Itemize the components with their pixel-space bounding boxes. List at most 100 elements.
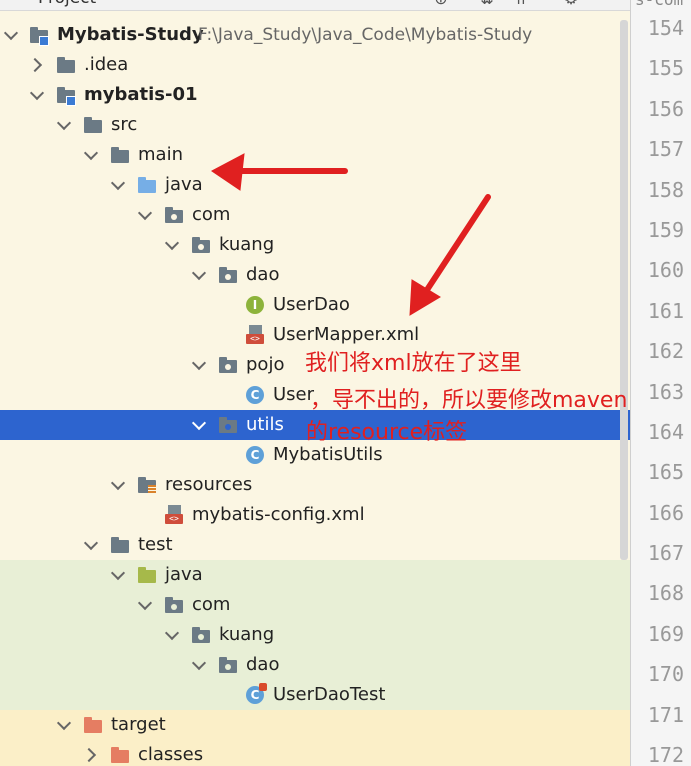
test-source-folder-icon: [138, 566, 156, 584]
folder-label: target: [111, 714, 166, 735]
tree-row-root[interactable]: Mybatis-Study F:\Java_Study\Java_Code\My…: [0, 20, 630, 50]
package-label: kuang: [219, 624, 275, 645]
package-icon: [192, 626, 210, 644]
folder-icon: [111, 146, 129, 164]
line-number: 162: [647, 339, 684, 364]
tree-row-test[interactable]: test: [0, 530, 630, 560]
line-number: 168: [647, 581, 684, 606]
chevron-down-icon[interactable]: [57, 718, 71, 732]
tree-row-test-kuang[interactable]: kuang: [0, 620, 630, 650]
folder-label: src: [111, 114, 138, 135]
tree-row-main-kuang[interactable]: kuang: [0, 230, 630, 260]
tree-row-resources[interactable]: resources: [0, 470, 630, 500]
folder-icon: [111, 536, 129, 554]
editor-gutter: s-com 1541551561571581591601611621631641…: [630, 0, 691, 766]
chevron-down-icon[interactable]: [84, 148, 98, 162]
chevron-down-icon[interactable]: [165, 238, 179, 252]
chevron-down-icon[interactable]: [57, 118, 71, 132]
locate-icon[interactable]: ⊕: [432, 0, 450, 8]
editor-tab-fragment[interactable]: s-com: [635, 0, 683, 9]
interface-icon: I: [246, 296, 264, 314]
tree-row-idea[interactable]: .idea: [0, 50, 630, 80]
gear-icon[interactable]: ⚙: [562, 0, 580, 8]
chevron-down-icon[interactable]: [165, 628, 179, 642]
line-number: 156: [647, 96, 684, 121]
chevron-down-icon[interactable]: [84, 538, 98, 552]
line-number: 165: [647, 460, 684, 485]
line-number: 154: [647, 16, 684, 40]
chevron-down-icon[interactable]: [192, 658, 206, 672]
tree-row-classes[interactable]: classes: [0, 740, 630, 766]
tree-row-main[interactable]: main: [0, 140, 630, 170]
chevron-right-icon[interactable]: [30, 58, 44, 72]
resources-folder-icon: [138, 476, 156, 494]
chevron-down-icon[interactable]: [192, 358, 206, 372]
file-label: MybatisUtils: [273, 444, 383, 465]
tree-row-src[interactable]: src: [0, 110, 630, 140]
tree-row-userdaotest[interactable]: C UserDaoTest: [0, 680, 630, 710]
chevron-down-icon[interactable]: [111, 478, 125, 492]
tree-row-main-com[interactable]: com: [0, 200, 630, 230]
package-icon: [192, 236, 210, 254]
module-folder-icon: [57, 86, 76, 106]
excluded-folder-icon: [84, 716, 102, 734]
line-number: 163: [647, 379, 684, 404]
root-project-path: F:\Java_Study\Java_Code\Mybatis-Study: [198, 25, 533, 45]
collapse-all-icon[interactable]: ⇊: [478, 0, 496, 8]
expand-all-icon[interactable]: ⇈: [512, 0, 530, 8]
tree-row-target[interactable]: target: [0, 710, 630, 740]
hide-icon[interactable]: –: [604, 0, 622, 8]
tree-row-test-com[interactable]: com: [0, 590, 630, 620]
module-label: mybatis-01: [84, 84, 198, 105]
chevron-down-icon[interactable]: [30, 88, 44, 102]
annotation-line-1: 我们将xml放在了这里: [305, 351, 522, 376]
source-folder-icon: [138, 176, 156, 194]
package-label: kuang: [219, 234, 275, 255]
chevron-down-icon[interactable]: [111, 568, 125, 582]
line-numbers: 154 155 156 157 158 159 160 161 162 163 164 165 166 1…: [631, 18, 691, 766]
tree-row-userdao[interactable]: I UserDao: [0, 290, 630, 320]
line-number: 167: [647, 541, 684, 566]
tree-row-mybatis-config[interactable]: <> mybatis-config.xml: [0, 500, 630, 530]
line-number: 164: [647, 419, 684, 444]
chevron-down-icon[interactable]: [138, 208, 152, 222]
folder-label: java: [165, 174, 203, 195]
tree-row-test-java[interactable]: java: [0, 560, 630, 590]
package-icon: [219, 656, 237, 674]
package-label: pojo: [246, 354, 285, 375]
tree-row-main-dao[interactable]: dao: [0, 260, 630, 290]
class-icon: C: [246, 446, 264, 464]
chevron-down-icon[interactable]: [192, 268, 206, 282]
folder-label: test: [138, 534, 173, 555]
file-label: UserDaoTest: [273, 684, 386, 705]
vertical-scrollbar[interactable]: [620, 20, 628, 560]
folder-label: main: [138, 144, 183, 165]
chevron-down-icon[interactable]: [138, 598, 152, 612]
package-icon: [219, 356, 237, 374]
project-panel-header: Project ⊕ ⇊ ⇈ ⚙ –: [0, 0, 630, 11]
tree-row-test-dao[interactable]: dao: [0, 650, 630, 680]
file-label: UserMapper.xml: [273, 324, 420, 345]
xml-file-icon: <>: [246, 325, 264, 345]
line-number: 172: [647, 743, 684, 766]
package-label: dao: [246, 264, 280, 285]
chevron-down-icon[interactable]: [4, 28, 18, 42]
chevron-right-icon[interactable]: [84, 748, 98, 762]
class-icon: C: [246, 386, 264, 404]
package-label: utils: [246, 414, 284, 435]
line-number: 159: [647, 217, 684, 242]
file-label: User: [273, 384, 315, 405]
line-number: 170: [647, 662, 684, 687]
line-number: 171: [647, 702, 684, 727]
panel-title: Project: [38, 0, 96, 8]
chevron-down-icon[interactable]: [192, 418, 206, 432]
annotation-line-2: ，导不出的，所以要修改maven: [310, 388, 628, 413]
package-label: com: [192, 204, 231, 225]
file-label: UserDao: [273, 294, 350, 315]
tree-row-main-java[interactable]: java: [0, 170, 630, 200]
chevron-down-icon[interactable]: [111, 178, 125, 192]
tree-row-module[interactable]: mybatis-01: [0, 80, 630, 110]
xml-file-icon: <>: [165, 505, 183, 525]
test-class-icon: C: [246, 683, 267, 704]
folder-icon: [57, 56, 75, 74]
